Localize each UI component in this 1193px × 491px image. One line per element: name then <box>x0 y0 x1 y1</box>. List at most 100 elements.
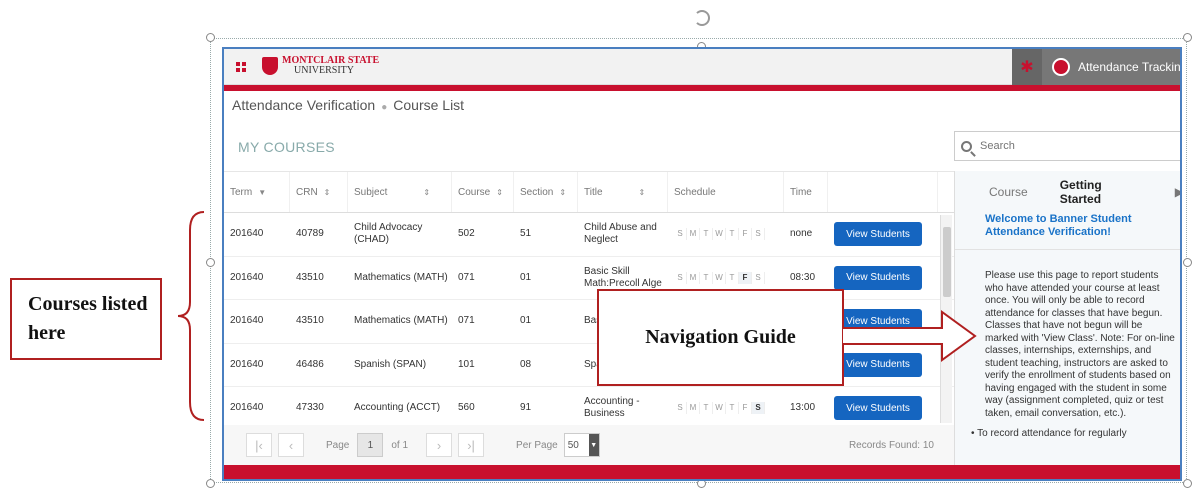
sort-icon: ⇕ <box>559 187 567 197</box>
schedule-day: F <box>739 271 752 284</box>
cell-time: none <box>790 228 813 240</box>
cell-crn: 46486 <box>296 358 324 370</box>
table-row: 201640 43510 Mathematics (MATH) 071 01 Basic … <box>224 257 954 300</box>
search-box[interactable] <box>954 131 1180 161</box>
tab-course[interactable]: Course <box>989 185 1028 199</box>
view-students-button[interactable]: View Students <box>834 396 922 421</box>
prev-page-button[interactable]: ‹ <box>278 433 304 457</box>
schedule-day: F <box>739 402 752 415</box>
schedule-day: M <box>687 228 700 241</box>
cell-action: View Students <box>828 222 938 247</box>
schedule-day: S <box>752 228 765 241</box>
brand-red-bar <box>224 85 1180 91</box>
cell-term: 201640 <box>230 271 264 283</box>
schedule-day: W <box>713 228 726 241</box>
table-row: 201640 47330 Accounting (ACCT) 560 91 Account… <box>224 387 954 423</box>
last-page-button[interactable]: ›| <box>458 433 485 457</box>
apps-grid-icon[interactable] <box>236 62 246 72</box>
cell-time: 08:30 <box>790 271 816 283</box>
cell-section: 01 <box>520 271 532 283</box>
user-avatar-icon <box>1052 58 1070 76</box>
rotate-handle-icon[interactable] <box>694 10 710 26</box>
cell-subject: Mathematics (MATH) <box>354 315 448 327</box>
schedule-day: W <box>713 402 726 415</box>
schedule-day: S <box>674 228 687 241</box>
breadcrumb: Attendance Verification ● Course List <box>232 97 464 113</box>
next-page-button[interactable]: › <box>426 433 453 457</box>
navigation-callout: Navigation Guide <box>597 289 844 386</box>
resize-handle[interactable] <box>1183 479 1192 488</box>
cell-crn: 43510 <box>296 271 324 283</box>
column-header-section[interactable]: Section ⇕ <box>514 172 578 212</box>
university-logo: MONTCLAIR STATE UNIVERSITY <box>262 56 379 76</box>
column-header-title[interactable]: Title ⇕ <box>578 172 668 212</box>
cell-crn: 47330 <box>296 402 324 414</box>
help-bullet: • To record attendance for regularly <box>971 428 1127 439</box>
column-header-crn[interactable]: CRN ⇕ <box>290 172 348 212</box>
shield-logo-icon <box>262 57 278 75</box>
resize-handle[interactable] <box>206 258 215 267</box>
settings-gear-icon[interactable]: ✱ <box>1012 49 1042 85</box>
sort-icon: ⇕ <box>638 187 646 197</box>
pagination-bar: |‹ ‹ Page 1 of 1 › ›| Per Page 50 ▼ Recor… <box>224 425 954 465</box>
column-header-term[interactable]: Term ▼ <box>224 172 290 212</box>
resize-handle[interactable] <box>206 33 215 42</box>
cell-action: View Students <box>828 396 938 421</box>
table-row: 201640 40789 Child Advocacy (CHAD) 502 51 Chi… <box>224 213 954 257</box>
cell-subject: Child Advocacy (CHAD) <box>354 222 423 246</box>
schedule-day: T <box>700 228 713 241</box>
page-number-input[interactable]: 1 <box>357 433 384 457</box>
schedule-day: S <box>752 402 765 415</box>
search-input[interactable] <box>980 140 1160 152</box>
cell-section: 08 <box>520 358 532 370</box>
resize-handle[interactable] <box>206 479 215 488</box>
records-found: Records Found: 10 <box>848 439 934 451</box>
cell-action: View Students <box>828 265 938 290</box>
column-header-time: Time <box>784 172 828 212</box>
schedule-day: T <box>700 271 713 284</box>
side-tabs: Course Getting Started ▶ <box>955 171 1180 213</box>
cell-course: 071 <box>458 315 475 327</box>
cell-section: 01 <box>520 315 532 327</box>
sort-desc-icon: ▼ <box>258 187 267 197</box>
per-page-label: Per Page <box>516 439 558 451</box>
view-students-button[interactable]: View Students <box>834 222 922 247</box>
cell-section: 51 <box>520 228 532 240</box>
resize-handle[interactable] <box>1183 258 1192 267</box>
schedule-day: F <box>739 228 752 241</box>
user-menu[interactable]: Attendance Tracking <box>1042 49 1182 85</box>
user-menu-label: Attendance Tracking <box>1078 60 1182 74</box>
breadcrumb-item-course-list: Course List <box>393 97 465 113</box>
page-label: Page <box>326 439 350 451</box>
cell-subject: Spanish (SPAN) <box>354 358 427 370</box>
cell-course: 502 <box>458 228 475 240</box>
help-text: Please use this page to report students … <box>955 249 1180 420</box>
tab-scroll-right-icon[interactable]: ▶ <box>1175 185 1180 199</box>
app-screenshot: MONTCLAIR STATE UNIVERSITY ✱ Attendance … <box>222 47 1182 481</box>
per-page-select[interactable]: 50 ▼ <box>563 433 600 457</box>
table-header: Term ▼ CRN ⇕ Subject ⇕ Course ⇕ Section ⇕ Tit… <box>224 171 954 213</box>
page-of-label: of 1 <box>391 439 409 451</box>
cell-crn: 43510 <box>296 315 324 327</box>
top-bar: MONTCLAIR STATE UNIVERSITY ✱ Attendance … <box>224 49 1182 85</box>
column-header-course[interactable]: Course ⇕ <box>452 172 514 212</box>
courses-table: Term ▼ CRN ⇕ Subject ⇕ Course ⇕ Section ⇕ Tit… <box>224 171 954 423</box>
schedule-day: T <box>726 271 739 284</box>
first-page-button[interactable]: |‹ <box>246 433 272 457</box>
cell-schedule: SMTWTFS <box>668 402 784 415</box>
view-students-button[interactable]: View Students <box>834 265 922 290</box>
arrow-right-icon <box>842 310 977 362</box>
cell-subject: Accounting (ACCT) <box>354 402 441 414</box>
scrollbar-thumb[interactable] <box>943 227 951 297</box>
resize-handle[interactable] <box>1183 33 1192 42</box>
cell-term: 201640 <box>230 228 264 240</box>
breadcrumb-separator: ● <box>381 102 388 113</box>
cell-course: 071 <box>458 271 475 283</box>
tab-getting-started[interactable]: Getting Started <box>1060 178 1143 206</box>
help-side-panel: Course Getting Started ▶ Welcome to Bann… <box>954 171 1180 465</box>
welcome-heading: Welcome to Banner Student Attendance Ver… <box>985 213 1132 238</box>
breadcrumb-item-attendance[interactable]: Attendance Verification <box>232 97 375 113</box>
cell-title: Child Abuse and Neglect <box>584 222 657 246</box>
cell-course: 101 <box>458 358 475 370</box>
column-header-subject[interactable]: Subject ⇕ <box>348 172 452 212</box>
